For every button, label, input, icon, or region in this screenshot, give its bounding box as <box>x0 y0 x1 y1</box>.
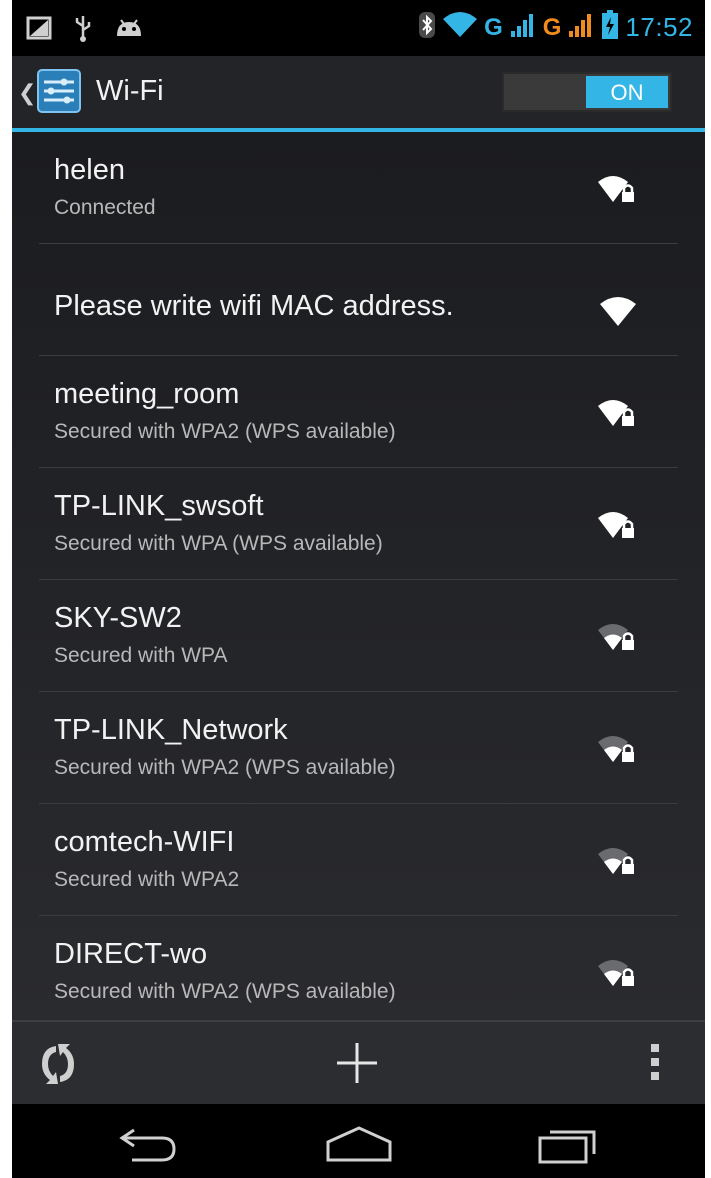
add-network-icon[interactable] <box>334 1040 380 1086</box>
wifi-signal-weak-locked-icon <box>598 624 634 650</box>
network-list: helen Connected Please write wifi MAC ad… <box>12 132 705 1020</box>
wifi-signal-weak-locked-icon <box>598 736 634 762</box>
network-ssid: helen <box>54 154 125 186</box>
status-bar-time: 17:52 <box>625 12 693 42</box>
network-item[interactable]: helen Connected <box>12 132 705 244</box>
network-ssid: meeting_room <box>54 378 240 410</box>
network-ssid: Please write wifi MAC address. <box>54 290 454 322</box>
settings-app-icon[interactable] <box>36 68 82 114</box>
network-status: Secured with WPA <box>54 644 228 667</box>
overflow-menu-icon[interactable] <box>650 1042 660 1082</box>
wifi-toggle[interactable]: ON <box>502 72 672 112</box>
action-bar: ❮ Wi-Fi ON <box>12 56 705 132</box>
back-icon[interactable] <box>116 1124 180 1164</box>
network-ssid: SKY-SW2 <box>54 602 182 634</box>
network-item[interactable]: Please write wifi MAC address. <box>12 244 705 356</box>
usb-icon <box>74 14 92 47</box>
network-status: Connected <box>54 196 156 219</box>
network-ssid: DIRECT-wo <box>54 938 208 970</box>
network-type-1: G <box>484 13 503 41</box>
recents-icon[interactable] <box>536 1124 602 1164</box>
wps-push-icon[interactable] <box>34 1040 82 1088</box>
navigation-bar <box>12 1104 705 1178</box>
network-status: Secured with WPA2 (WPS available) <box>54 756 396 779</box>
wifi-signal-locked-icon <box>598 176 634 202</box>
network-ssid: TP-LINK_Network <box>54 714 288 746</box>
network-type-2: G <box>542 13 562 41</box>
battery-icon <box>601 10 619 45</box>
network-status: Secured with WPA2 <box>54 868 240 891</box>
status-bar: G G 17:52 <box>12 0 705 56</box>
signal-icon <box>509 11 537 44</box>
network-item[interactable]: TP-LINK_swsoft Secured with WPA (WPS ava… <box>12 468 705 580</box>
android-debug-icon <box>114 16 144 45</box>
wifi-signal-weak-locked-icon <box>598 848 634 874</box>
bluetooth-icon <box>418 11 436 44</box>
phone-screen: G G 17:52 ❮ Wi-Fi ON helen Connected Ple… <box>12 0 705 1178</box>
network-status: Secured with WPA2 (WPS available) <box>54 980 396 1003</box>
wifi-signal-locked-icon <box>598 400 634 426</box>
screenshot-icon <box>26 16 52 45</box>
up-caret-icon[interactable]: ❮ <box>18 80 36 106</box>
page-title: Wi-Fi <box>96 75 164 107</box>
wifi-status-icon <box>442 11 478 44</box>
network-ssid: TP-LINK_swsoft <box>54 490 264 522</box>
home-icon[interactable] <box>324 1124 394 1164</box>
toggle-on-label: ON <box>586 76 668 108</box>
network-status: Secured with WPA (WPS available) <box>54 532 383 555</box>
wifi-signal-icon <box>600 297 636 326</box>
network-status: Secured with WPA2 (WPS available) <box>54 420 396 443</box>
network-item[interactable]: DIRECT-wo Secured with WPA2 (WPS availab… <box>12 916 705 1028</box>
network-ssid: comtech-WIFI <box>54 826 235 858</box>
signal-icon-2 <box>567 11 595 44</box>
network-item[interactable]: SKY-SW2 Secured with WPA <box>12 580 705 692</box>
network-item[interactable]: comtech-WIFI Secured with WPA2 <box>12 804 705 916</box>
network-item[interactable]: TP-LINK_Network Secured with WPA2 (WPS a… <box>12 692 705 804</box>
network-item[interactable]: meeting_room Secured with WPA2 (WPS avai… <box>12 356 705 468</box>
wifi-signal-weak-locked-icon <box>598 960 634 986</box>
bottom-action-bar <box>12 1020 705 1104</box>
wifi-signal-locked-icon <box>598 512 634 538</box>
